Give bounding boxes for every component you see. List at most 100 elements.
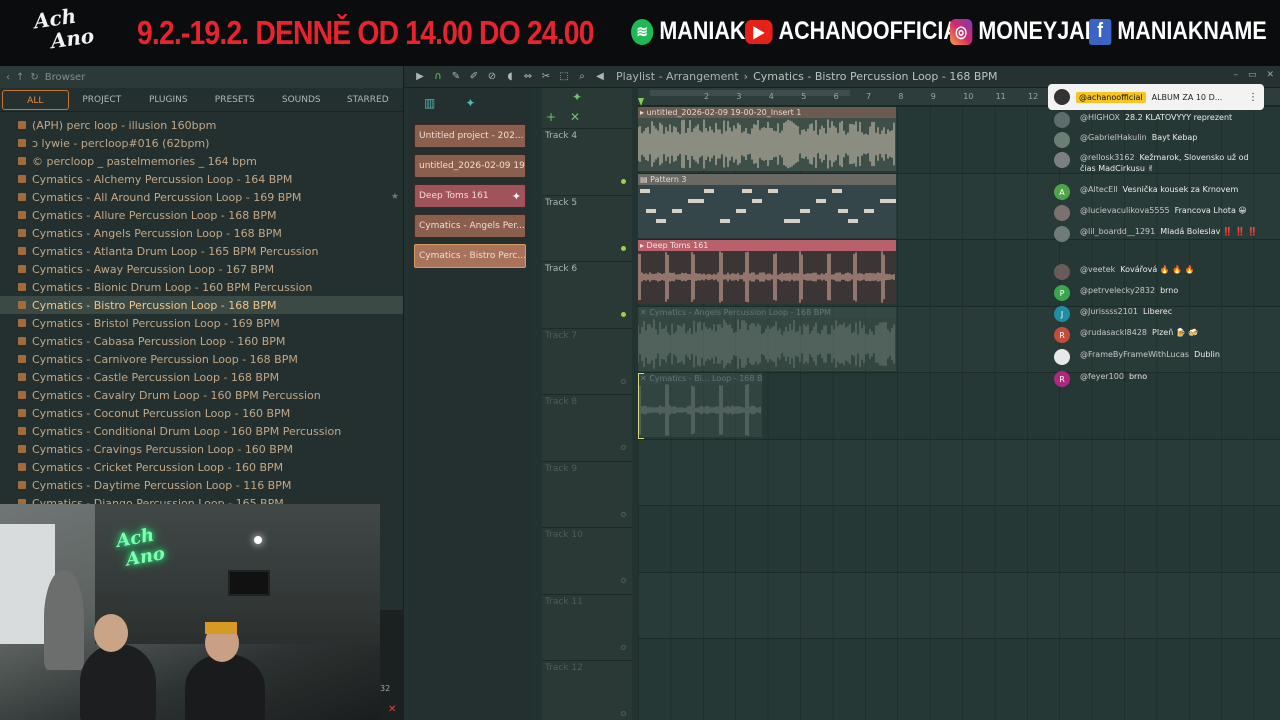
track-mute-led[interactable] xyxy=(621,179,626,184)
ach-ano-logo: Ach Ano xyxy=(32,3,96,56)
picker-clip[interactable]: Cymatics - Angels Per...✦ xyxy=(414,214,526,238)
select-icon[interactable]: ⬚ xyxy=(558,71,570,83)
browser-item[interactable]: Cymatics - Cavalry Drum Loop - 160 BPM P… xyxy=(0,386,403,404)
track-headers: + ✕ ✦ Track 4 Track 5 Track 6 Track 7 Track … xyxy=(542,88,632,720)
chat-username: @lil_boardd__1291 xyxy=(1080,227,1156,236)
playlist-clip[interactable]: ▸ untitled_2026-02-09 19-00-20_Insert 1 xyxy=(638,107,896,171)
tab-project[interactable]: PROJECT xyxy=(69,90,136,110)
browser-item[interactable]: Cymatics - Cabasa Percussion Loop - 160 … xyxy=(0,332,403,350)
track-mute-led[interactable] xyxy=(621,312,626,317)
tab-starred[interactable]: STARRED xyxy=(335,90,402,110)
slip-icon[interactable]: ⇔ xyxy=(522,71,534,83)
track-header[interactable]: Track 11 xyxy=(542,593,632,660)
audio-file-icon xyxy=(18,193,26,201)
mute-icon[interactable]: ◖ xyxy=(504,71,516,83)
more-icon[interactable]: ⋮ xyxy=(1248,92,1258,103)
close-window-icon[interactable]: ✕ xyxy=(1266,70,1274,80)
browser-item[interactable]: Cymatics - All Around Percussion Loop - … xyxy=(0,188,403,206)
menu-arrow-icon[interactable]: ▶ xyxy=(414,71,426,83)
slice-icon[interactable]: ✂ xyxy=(540,71,552,83)
close-track-icon[interactable]: ✕ xyxy=(570,110,580,124)
browser-item-label: Cymatics - Cavalry Drum Loop - 160 BPM P… xyxy=(32,388,321,402)
picker-clip[interactable]: Untitled project - 202...✦ xyxy=(414,124,526,148)
banner-dates: 9.2.-19.2. DENNĚ OD 14.00 DO 24.00 xyxy=(137,14,594,51)
nav-left-icon[interactable]: ‹ xyxy=(6,72,10,83)
track-header[interactable]: Track 12 xyxy=(542,660,632,720)
waveform-icon[interactable]: ✦ xyxy=(465,96,475,110)
track-header[interactable]: Track 4 xyxy=(542,128,632,194)
tab-presets[interactable]: PRESETS xyxy=(202,90,269,110)
loop-bar[interactable] xyxy=(650,90,850,96)
maximize-icon[interactable]: ▭ xyxy=(1248,70,1257,80)
tab-all[interactable]: ALL xyxy=(2,89,69,110)
browser-item[interactable]: Cymatics - Conditional Drum Loop - 160 B… xyxy=(0,422,403,440)
browser-item[interactable]: Cymatics - Bionic Drum Loop - 160 BPM Pe… xyxy=(0,278,403,296)
browser-item[interactable]: (APH) perc loop - illusion 160bpm xyxy=(0,116,403,134)
cam-person-standing xyxy=(44,570,84,670)
browser-item[interactable]: Cymatics - Bistro Percussion Loop - 168 … xyxy=(0,296,403,314)
track-header[interactable]: Track 10 xyxy=(542,527,632,593)
track-header[interactable]: Track 6 xyxy=(542,261,632,327)
track-mute-led[interactable] xyxy=(621,711,626,716)
browser-item[interactable]: Cymatics - Daytime Percussion Loop - 116… xyxy=(0,476,403,494)
avatar xyxy=(1054,89,1070,105)
track-mute-led[interactable] xyxy=(621,511,626,517)
speaker-icon[interactable]: ◀ xyxy=(594,71,606,83)
browser-item[interactable]: Cymatics - Carnivore Percussion Loop - 1… xyxy=(0,350,403,368)
piano-icon[interactable]: ▥ xyxy=(424,96,435,110)
zoom-icon[interactable]: ⌕ xyxy=(576,71,588,83)
playlist-clip[interactable]: ▸ Deep Toms 161 xyxy=(638,240,896,304)
track-mute-led[interactable] xyxy=(621,578,626,583)
browser-item[interactable]: Cymatics - Cricket Percussion Loop - 160… xyxy=(0,458,403,476)
playlist-clip[interactable]: ▤ Pattern 3 xyxy=(638,173,896,238)
browser-item[interactable]: Cymatics - Cravings Percussion Loop - 16… xyxy=(0,440,403,458)
browser-item[interactable]: Cymatics - Angels Percussion Loop - 168 … xyxy=(0,224,403,242)
track-mute-led[interactable] xyxy=(621,644,626,650)
track-mute-led[interactable] xyxy=(621,245,626,251)
magnet-icon[interactable]: ∩ xyxy=(432,71,444,83)
picker-clip[interactable]: Deep Toms 161 ✦ xyxy=(414,184,526,208)
avatar xyxy=(1054,264,1070,280)
chat-message: @lil_boardd__1291 Mladá Boleslav ‼️ ‼️ ‼️ xyxy=(1054,226,1264,242)
pinned-message[interactable]: @achanoofficial ALBUM ZA 10 D... ⋮ xyxy=(1048,84,1264,110)
tab-sounds[interactable]: SOUNDS xyxy=(268,90,335,110)
track-header[interactable]: Track 9 xyxy=(542,460,632,527)
track-mute-led[interactable] xyxy=(621,378,626,384)
star-icon[interactable]: ★ xyxy=(391,192,399,202)
browser-item[interactable]: Cymatics - Bristol Percussion Loop - 169… xyxy=(0,314,403,332)
selection-marker[interactable] xyxy=(638,373,644,439)
tab-plugins[interactable]: PLUGINS xyxy=(135,90,202,110)
waveform-icon: ✦ xyxy=(511,189,521,203)
browser-item[interactable]: Cymatics - Alchemy Percussion Loop - 164… xyxy=(0,170,403,188)
brush-icon[interactable]: ✐ xyxy=(468,71,480,83)
add-track-icon[interactable]: + xyxy=(546,110,556,124)
playlist-clip[interactable]: ✕ Cymatics - Angels Percussion Loop - 16… xyxy=(638,306,896,371)
pencil-icon[interactable]: ✎ xyxy=(450,71,462,83)
browser-item[interactable]: Cymatics - Allure Percussion Loop - 168 … xyxy=(0,206,403,224)
social-label: MONEYJAK xyxy=(978,17,1101,45)
playlist-clip[interactable]: ✕ Cymatics - Bi... Loop - 168 BPM xyxy=(638,373,762,437)
picker-clip[interactable]: untitled_2026-02-09 19-...✦ xyxy=(414,154,526,178)
picker-clip[interactable]: Cymatics - Bistro Perc...✦ xyxy=(414,244,526,268)
browser-item[interactable]: Cymatics - Atlanta Drum Loop - 165 BPM P… xyxy=(0,242,403,260)
track-lane[interactable] xyxy=(638,571,1280,638)
track-lane[interactable] xyxy=(638,638,1280,704)
track-header[interactable]: Track 8 xyxy=(542,394,632,460)
browser-item[interactable]: Cymatics - Coconut Percussion Loop - 160… xyxy=(0,404,403,422)
nav-up-icon[interactable]: ↑ xyxy=(16,72,24,83)
playhead-marker[interactable] xyxy=(638,98,644,106)
track-header[interactable]: Track 7 xyxy=(542,327,632,394)
track-mute-led[interactable] xyxy=(621,445,626,450)
waveform-small-icon[interactable]: ✦ xyxy=(572,90,582,104)
browser-item[interactable]: © percloop _ pastelmemories _ 164 bpm xyxy=(0,152,403,170)
minimize-icon[interactable]: – xyxy=(1233,70,1238,80)
browser-item[interactable]: Cymatics - Castle Percussion Loop - 168 … xyxy=(0,368,403,386)
close-icon[interactable]: ✕ xyxy=(388,704,396,715)
track-lane[interactable] xyxy=(638,438,1280,505)
track-header[interactable]: Track 5 xyxy=(542,194,632,261)
track-lane[interactable] xyxy=(638,505,1280,571)
browser-item[interactable]: ↄ lywie - percloop#016 (62bpm) xyxy=(0,134,403,152)
delete-icon[interactable]: ⊘ xyxy=(486,71,498,83)
browser-item[interactable]: Cymatics - Away Percussion Loop - 167 BP… xyxy=(0,260,403,278)
refresh-icon[interactable]: ↻ xyxy=(30,72,38,83)
